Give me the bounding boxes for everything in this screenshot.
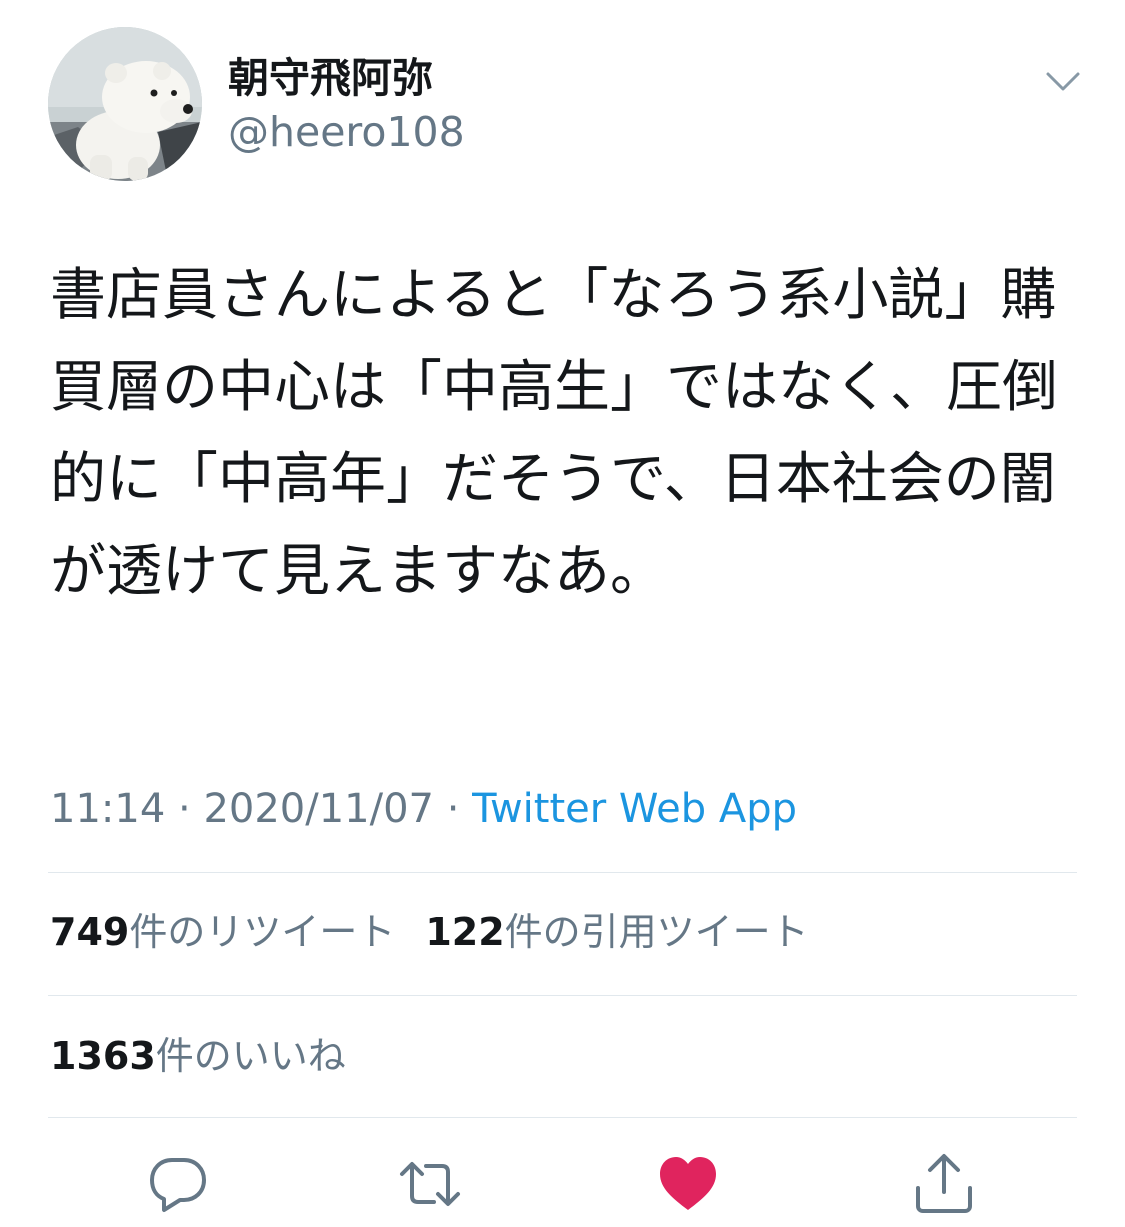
retweets-stat[interactable]: 749件のリツイート (50, 908, 395, 956)
tweet-detail: 朝守飛阿弥 @heero108 書店員さんによると「なろう系小説」購買層の中心は… (0, 0, 1125, 1227)
quotes-stat[interactable]: 122件の引用ツイート (425, 908, 808, 956)
divider (48, 872, 1077, 873)
share-button[interactable] (912, 1152, 976, 1216)
display-name[interactable]: 朝守飛阿弥 (228, 52, 433, 104)
retweet-icon (400, 1162, 460, 1206)
tweet-time[interactable]: 11:14 (50, 786, 165, 832)
retweets-label: 件のリツイート (129, 910, 396, 954)
retweets-count: 749 (50, 910, 130, 954)
share-icon (916, 1154, 972, 1213)
quotes-count: 122 (425, 910, 505, 954)
meta-separator: · (433, 786, 473, 832)
likes-count: 1363 (50, 1034, 156, 1078)
reply-button[interactable] (146, 1152, 210, 1216)
like-button[interactable] (656, 1152, 720, 1216)
stats-row-likes: 1363件のいいね (50, 1032, 346, 1080)
quotes-label: 件の引用ツイート (504, 910, 809, 954)
stats-row-retweets: 749件のリツイート 122件の引用ツイート (50, 908, 809, 956)
polar-bear-avatar (48, 27, 202, 181)
tweet-metadata: 11:14 · 2020/11/07 · Twitter Web App (50, 784, 797, 834)
retweet-button[interactable] (398, 1152, 462, 1216)
divider (48, 995, 1077, 996)
likes-label: 件のいいね (155, 1034, 346, 1078)
tweet-date[interactable]: 2020/11/07 (203, 786, 434, 832)
user-handle[interactable]: @heero108 (228, 106, 465, 158)
chevron-down-icon[interactable] (1040, 62, 1086, 98)
meta-separator: · (165, 786, 204, 832)
likes-stat[interactable]: 1363件のいいね (50, 1032, 346, 1080)
avatar[interactable] (48, 27, 202, 181)
tweet-source-link[interactable]: Twitter Web App (472, 786, 797, 832)
divider (48, 1117, 1077, 1118)
like-icon (660, 1157, 716, 1210)
reply-icon (150, 1158, 206, 1212)
tweet-text: 書店員さんによると「なろう系小説」購買層の中心は「中高生」ではなく、圧倒的に「中… (50, 263, 1058, 604)
